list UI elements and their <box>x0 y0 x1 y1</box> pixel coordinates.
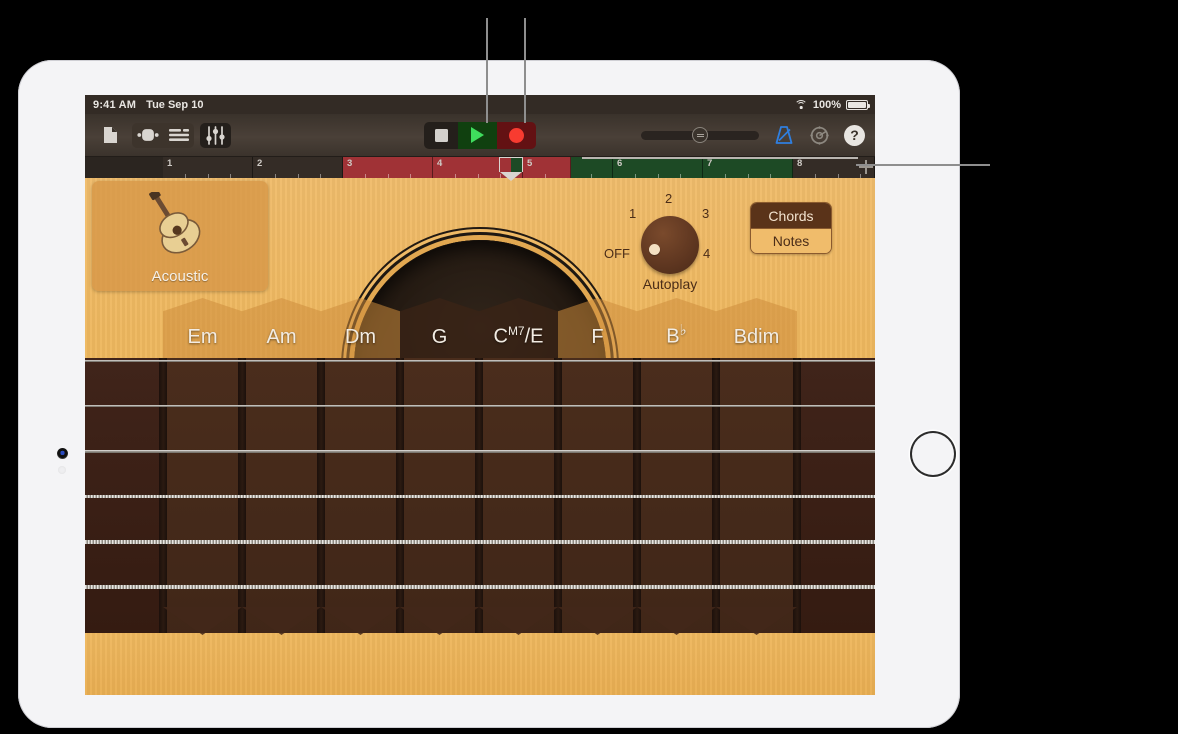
chord-tab[interactable]: G <box>400 298 479 358</box>
view-toggle-group <box>132 122 194 148</box>
callout-line-add-section <box>856 164 990 166</box>
instrument-picker-label: Acoustic <box>151 268 209 285</box>
screenshot-stage: 9:41 AM Tue Sep 10 100% ? 1 2 3 4 5 6 7 … <box>0 0 1178 734</box>
chords-tab[interactable]: Chords <box>751 203 831 228</box>
record-button[interactable] <box>497 121 536 149</box>
wifi-icon <box>794 99 808 110</box>
document-icon <box>104 127 117 143</box>
guitar-string[interactable] <box>85 405 875 408</box>
guitar-string[interactable] <box>85 585 875 589</box>
guitar-body-bottom <box>85 633 875 695</box>
home-button[interactable] <box>912 433 954 475</box>
smart-guitar-instrument: Acoustic OFF 1 2 3 4 Autoplay Chords Not… <box>85 178 875 695</box>
ruler-bar-label: 2 <box>257 158 263 169</box>
track-view-icon <box>168 129 189 141</box>
record-icon <box>509 127 524 143</box>
front-camera-icon <box>57 448 68 459</box>
status-time: 9:41 AM <box>93 98 137 111</box>
ruler-left-pad <box>85 157 163 178</box>
autoplay-position-1[interactable]: 1 <box>629 206 636 221</box>
guitar-string[interactable] <box>85 495 875 499</box>
autoplay-control[interactable]: OFF 1 2 3 4 Autoplay <box>604 188 730 298</box>
main-toolbar: ? <box>85 114 875 157</box>
chord-tab[interactable]: Dm <box>321 298 400 358</box>
ruler-bar-label: 5 <box>527 158 533 169</box>
chord-label: CM7/E <box>493 324 544 348</box>
ipad-screen: 9:41 AM Tue Sep 10 100% ? 1 2 3 4 5 6 7 … <box>85 95 875 695</box>
chord-label: B♭ <box>666 322 687 348</box>
loop-browser-icon <box>136 129 159 141</box>
transport-controls <box>424 121 536 149</box>
autoplay-knob[interactable] <box>641 216 699 274</box>
chord-label: Am <box>266 326 297 348</box>
chord-tab[interactable]: Am <box>242 298 321 358</box>
gear-icon[interactable] <box>809 125 830 146</box>
instrument-picker[interactable]: Acoustic <box>92 181 268 291</box>
chord-label: Bdim <box>733 326 780 348</box>
ruler-bar-label: 4 <box>437 158 443 169</box>
help-button[interactable]: ? <box>844 124 865 146</box>
chord-tab[interactable]: Bdim <box>716 298 797 358</box>
status-date: Tue Sep 10 <box>146 98 204 111</box>
ruler-bar[interactable]: 7 <box>703 157 793 178</box>
ruler-bar[interactable]: 1 <box>163 157 253 178</box>
ruler-bar-label: 6 <box>617 158 623 169</box>
ruler-bar[interactable]: 5 <box>523 157 571 178</box>
volume-slider-thumb[interactable] <box>692 127 708 143</box>
battery-icon <box>846 99 870 110</box>
mixer-button[interactable] <box>200 122 231 148</box>
chord-tab[interactable]: Em <box>163 298 242 358</box>
ruler-bar[interactable]: 6 <box>613 157 703 178</box>
autoplay-title: Autoplay <box>642 276 698 292</box>
callout-line-play <box>486 18 488 123</box>
stop-icon <box>434 128 448 142</box>
plus-icon[interactable] <box>859 160 873 174</box>
chord-tab[interactable]: F <box>558 298 637 358</box>
acoustic-guitar-icon <box>149 192 201 254</box>
chord-column-notches <box>163 607 797 635</box>
chord-tab[interactable]: CM7/E <box>479 298 558 358</box>
my-songs-button[interactable] <box>95 123 126 148</box>
play-icon <box>471 127 484 143</box>
status-bar: 9:41 AM Tue Sep 10 100% <box>85 95 875 114</box>
ruler-bar-label: 1 <box>167 158 173 169</box>
battery-percent: 100% <box>812 98 841 111</box>
loop-browser-button[interactable] <box>132 123 163 148</box>
ruler-bar-label: 8 <box>797 158 803 169</box>
ruler-bar[interactable]: 3 <box>343 157 433 178</box>
track-view-button[interactable] <box>163 123 194 148</box>
autoplay-position-4[interactable]: 4 <box>703 246 710 261</box>
chord-label: F <box>591 326 604 348</box>
ruler-bar-label: 7 <box>707 158 713 169</box>
ruler-bar[interactable]: 2 <box>253 157 343 178</box>
guitar-string[interactable] <box>85 360 875 363</box>
chord-label: G <box>431 326 448 348</box>
autoplay-off-label: OFF <box>604 246 630 261</box>
metronome-icon[interactable] <box>773 124 795 146</box>
autoplay-position-3[interactable]: 3 <box>702 206 709 221</box>
ambient-light-sensor-icon <box>58 466 66 474</box>
chord-fretboard: Em Am Dm G CM7/E F B♭ Bdim <box>85 298 875 695</box>
knob-indicator-icon <box>649 244 660 255</box>
mixer-faders-icon <box>206 125 225 145</box>
chord-label: Dm <box>344 326 377 348</box>
ruler-bar-label: 3 <box>347 158 353 169</box>
autoplay-position-2[interactable]: 2 <box>665 191 672 206</box>
chord-tab[interactable]: B♭ <box>637 298 716 358</box>
play-button[interactable] <box>458 121 497 149</box>
timeline-ruler[interactable]: 1 2 3 4 5 6 7 8 <box>85 157 875 181</box>
playhead[interactable] <box>499 157 523 181</box>
master-volume-slider[interactable] <box>641 127 759 143</box>
guitar-string[interactable] <box>85 540 875 544</box>
chord-label: Em <box>187 326 218 348</box>
guitar-string[interactable] <box>85 450 875 453</box>
callout-line-record <box>524 18 526 123</box>
chords-notes-toggle[interactable]: Chords Notes <box>750 202 832 254</box>
notes-tab[interactable]: Notes <box>751 228 831 253</box>
ruler-bar[interactable] <box>571 157 613 178</box>
cycle-range-bar[interactable] <box>582 157 858 159</box>
stop-button[interactable] <box>424 121 458 149</box>
